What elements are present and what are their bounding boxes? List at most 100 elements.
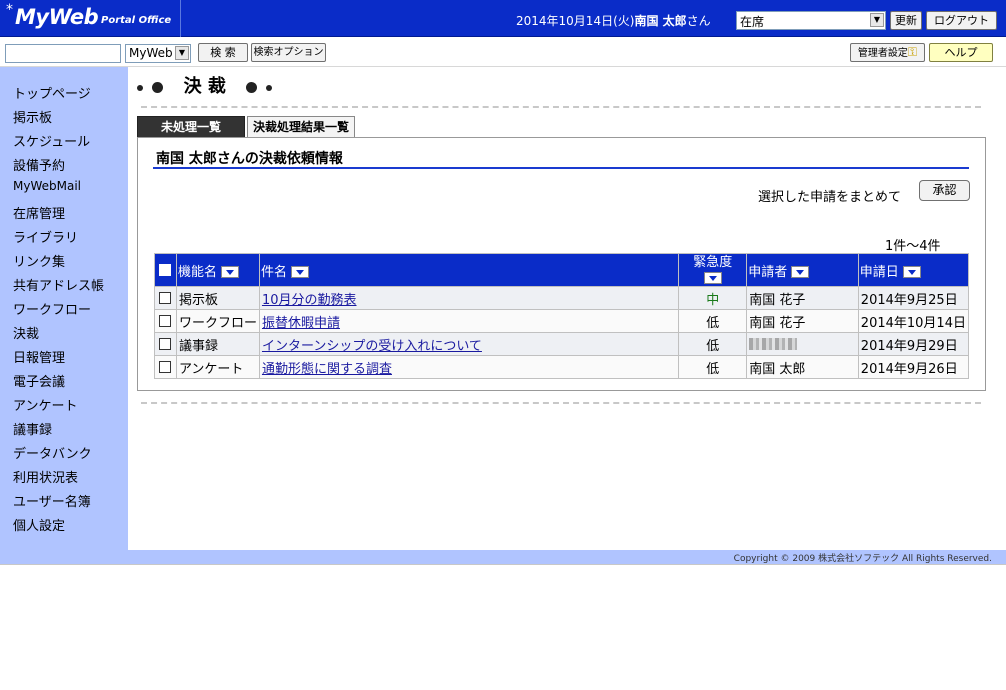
sidebar-item-address-book[interactable]: 共有アドレス帳 (13, 275, 104, 294)
search-scope-select[interactable]: MyWeb ▼ (125, 44, 191, 63)
search-options-button[interactable]: 検索オプション (251, 43, 326, 62)
search-input[interactable] (5, 44, 121, 63)
sidebar-item-bulletin-board[interactable]: 掲示板 (13, 107, 52, 126)
row-date: 2014年10月14日 (857, 309, 970, 333)
sidebar-item-approval[interactable]: 決裁 (13, 323, 39, 342)
sidebar-item-top-page[interactable]: トップページ (13, 83, 91, 102)
table-row: アンケート 通勤形態に関する調査 低 南国 太郎 2014年9月26日 (154, 355, 970, 379)
update-button[interactable]: 更新 (890, 11, 922, 30)
bulk-approve-text: 選択した申請をまとめて (758, 190, 902, 205)
logo-mark: * (6, 2, 13, 18)
sort-icon[interactable] (220, 266, 239, 278)
approval-table: 機能名 件名 緊急度 申請者 申請日 掲示板 10月分の勤務表 中 南国 花子 … (154, 253, 970, 379)
sidebar: トップページ 掲示板 スケジュール 設備予約 MyWebMail 在席管理 ライ… (0, 67, 128, 550)
column-header-function[interactable]: 機能名 (175, 253, 260, 287)
table-row: ワークフロー 振替休暇申請 低 南国 花子 2014年10月14日 (154, 309, 970, 333)
tab-approval-results[interactable]: 決裁処理結果一覧 (247, 116, 355, 138)
chevron-down-icon: ▼ (175, 46, 189, 60)
copyright: Copyright © 2009 株式会社ソフテック All Rights Re… (733, 554, 992, 564)
sidebar-item-workflow[interactable]: ワークフロー (13, 299, 91, 318)
sidebar-item-minutes[interactable]: 議事録 (13, 419, 52, 438)
presence-value: 在席 (740, 15, 765, 29)
search-button[interactable]: 検 索 (198, 43, 248, 62)
row-date: 2014年9月26日 (857, 355, 970, 379)
sort-icon[interactable] (290, 266, 309, 278)
row-applicant: 南国 太郎 (746, 355, 859, 379)
search-scope-value: MyWeb (129, 46, 173, 60)
row-function: 掲示板 (175, 286, 260, 310)
current-date: 2014年10月14日(火) (516, 14, 635, 28)
row-function: アンケート (175, 355, 260, 379)
logout-button[interactable]: ログアウト (926, 11, 997, 30)
row-applicant (746, 332, 859, 356)
row-subject-link[interactable]: 10月分の勤務表 (262, 293, 357, 308)
row-checkbox[interactable] (154, 332, 177, 356)
row-urgency: 低 (678, 309, 748, 333)
sidebar-item-library[interactable]: ライブラリ (13, 227, 78, 246)
approve-button[interactable]: 承認 (919, 180, 970, 201)
row-applicant: 南国 花子 (746, 309, 859, 333)
row-applicant: 南国 花子 (746, 286, 859, 310)
column-header-applicant[interactable]: 申請者 (746, 253, 859, 287)
divider (141, 106, 981, 108)
sidebar-item-user-directory[interactable]: ユーザー名簿 (13, 491, 91, 510)
row-checkbox[interactable] (154, 286, 177, 310)
footer: Copyright © 2009 株式会社ソフテック All Rights Re… (0, 550, 1006, 565)
row-urgency: 低 (678, 332, 748, 356)
user-info: 2014年10月14日(火)南国 太郎さん (516, 12, 711, 29)
result-count: 1件〜4件 (885, 239, 941, 254)
sort-icon[interactable] (902, 266, 921, 278)
chevron-down-icon: ▼ (870, 13, 884, 27)
sidebar-item-usage-stats[interactable]: 利用状況表 (13, 467, 78, 486)
admin-settings-button[interactable]: 管理者設定⚿ (850, 43, 925, 62)
help-button[interactable]: ヘルプ (929, 43, 993, 62)
row-checkbox[interactable] (154, 355, 177, 379)
redacted-name (749, 338, 798, 350)
tab-unprocessed[interactable]: 未処理一覧 (137, 116, 245, 138)
table-header-row: 機能名 件名 緊急度 申請者 申請日 (154, 253, 970, 287)
row-urgency: 低 (678, 355, 748, 379)
row-checkbox[interactable] (154, 309, 177, 333)
column-header-date[interactable]: 申請日 (857, 253, 970, 287)
user-name: 南国 太郎 (634, 14, 687, 28)
row-subject-link[interactable]: 振替休暇申請 (262, 316, 340, 331)
table-row: 掲示板 10月分の勤務表 中 南国 花子 2014年9月25日 (154, 286, 970, 310)
select-all-checkbox[interactable] (154, 253, 177, 287)
title-dots-icon (137, 77, 164, 98)
panel-title-underline (153, 167, 969, 169)
sort-icon[interactable] (791, 266, 810, 278)
title-dots-icon (246, 77, 273, 98)
row-date: 2014年9月25日 (857, 286, 970, 310)
sidebar-item-e-meeting[interactable]: 電子会議 (13, 371, 65, 390)
presence-select[interactable]: 在席 ▼ (736, 11, 886, 30)
row-subject-link[interactable]: 通勤形態に関する調査 (262, 362, 392, 377)
sidebar-item-daily-report[interactable]: 日報管理 (13, 347, 65, 366)
row-urgency: 中 (678, 286, 748, 310)
column-header-urgency[interactable]: 緊急度 (678, 253, 748, 287)
sort-icon[interactable] (703, 271, 722, 284)
top-bar: * MyWeb Portal Office 2014年10月14日(火)南国 太… (0, 0, 1006, 37)
row-date: 2014年9月29日 (857, 332, 970, 356)
logo-text: MyWeb (15, 5, 99, 29)
sidebar-item-links[interactable]: リンク集 (13, 251, 65, 270)
row-subject-link[interactable]: インターンシップの受け入れについて (262, 339, 482, 354)
user-suffix: さん (686, 14, 711, 28)
sidebar-item-databank[interactable]: データバンク (13, 443, 92, 462)
divider (141, 402, 981, 404)
page-title-text: 決 裁 (183, 76, 226, 97)
page-title: 決 裁 (137, 72, 273, 98)
key-icon: ⚿ (907, 45, 918, 59)
row-function: 議事録 (175, 332, 260, 356)
row-function: ワークフロー (175, 309, 260, 333)
panel-title: 南国 太郎さんの決裁依頼情報 (156, 151, 343, 167)
search-bar: MyWeb ▼ 検 索 検索オプション 管理者設定⚿ ヘルプ (0, 38, 1006, 67)
sidebar-item-facility-booking[interactable]: 設備予約 (13, 155, 65, 174)
logo-subtext: Portal Office (101, 15, 172, 26)
sidebar-item-schedule[interactable]: スケジュール (13, 131, 90, 150)
sidebar-item-presence[interactable]: 在席管理 (13, 203, 65, 222)
admin-settings-label: 管理者設定 (857, 48, 908, 59)
sidebar-item-mywebmail[interactable]: MyWebMail (13, 179, 81, 193)
sidebar-item-survey[interactable]: アンケート (13, 395, 77, 414)
sidebar-item-personal-settings[interactable]: 個人設定 (13, 515, 65, 534)
column-header-subject[interactable]: 件名 (258, 253, 680, 287)
